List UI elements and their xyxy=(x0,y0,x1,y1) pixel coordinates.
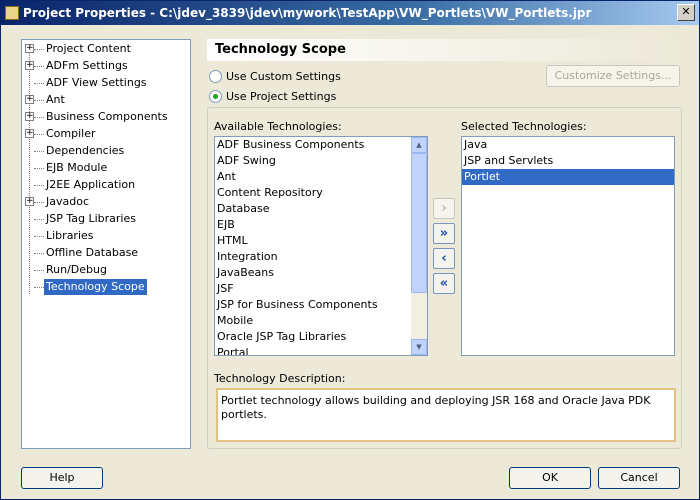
tree-connector xyxy=(34,134,44,135)
list-item[interactable]: ADF Business Components xyxy=(215,137,411,153)
list-item[interactable]: HTML xyxy=(215,233,411,249)
add-technology-button[interactable]: › xyxy=(433,198,455,219)
tree-connector xyxy=(34,253,44,254)
help-button[interactable]: Help xyxy=(21,467,103,489)
tree-item-label: Technology Scope xyxy=(44,279,147,295)
tree-connector xyxy=(34,49,44,50)
close-icon[interactable]: ✕ xyxy=(677,4,695,21)
tree-item-label: JSP Tag Libraries xyxy=(46,212,136,225)
tree-item-label: ADF View Settings xyxy=(46,76,147,89)
project-properties-dialog: Project Properties - C:\jdev_3839\jdev\m… xyxy=(0,0,700,500)
project-icon xyxy=(5,6,19,20)
available-technologies-list[interactable]: Portal Oracle JSP Tag Libraries Mobile JSP … xyxy=(214,136,428,356)
tree-connector xyxy=(34,151,44,152)
selected-technologies-list[interactable]: Java JSP and Servlets Portlet xyxy=(461,136,675,356)
radio-circle[interactable] xyxy=(209,70,222,83)
expand-icon[interactable]: + xyxy=(25,197,34,206)
add-all-technologies-button[interactable]: » xyxy=(433,223,455,244)
tree-item-label: EJB Module xyxy=(46,161,108,174)
tree-connector xyxy=(34,185,44,186)
expand-icon[interactable]: + xyxy=(25,44,34,53)
tree-connector xyxy=(34,83,44,84)
tree-item-label: Compiler xyxy=(46,127,96,140)
list-item[interactable]: EJB xyxy=(215,217,411,233)
list-item[interactable]: Integration xyxy=(215,249,411,265)
panel-title: Technology Scope xyxy=(207,39,682,61)
tree-connector xyxy=(34,270,44,271)
technologies-group: Available Technologies: Portal Oracle JSP… xyxy=(207,107,682,449)
remove-all-technologies-button[interactable]: « xyxy=(433,273,455,294)
remove-technology-button[interactable]: ‹ xyxy=(433,248,455,269)
list-item[interactable]: JSP for Business Components xyxy=(215,297,411,313)
list-item[interactable]: Mobile xyxy=(215,313,411,329)
tree-item-label: Javadoc xyxy=(46,195,89,208)
tree-connector xyxy=(34,168,44,169)
radio-circle[interactable] xyxy=(209,90,222,103)
technology-description-label: Technology Description: xyxy=(214,372,346,385)
list-item[interactable]: Portal xyxy=(215,345,411,355)
cancel-button[interactable]: Cancel xyxy=(598,467,680,489)
list-item[interactable]: Oracle JSP Tag Libraries xyxy=(215,329,411,345)
technology-description-box: Portlet technology allows building and d… xyxy=(216,388,676,442)
tree-item-label: Run/Debug xyxy=(46,263,107,276)
tree-item-label: Offline Database xyxy=(46,246,139,259)
list-item[interactable]: Portlet xyxy=(462,169,674,185)
tree-connector xyxy=(34,66,44,67)
available-list-scrollbar[interactable]: ▲ ▼ xyxy=(411,137,427,355)
radio-label: Use Project Settings xyxy=(226,90,337,103)
tree-item-label: ADFm Settings xyxy=(46,59,128,72)
tree-item-label: J2EE Application xyxy=(46,178,136,191)
title-bar[interactable]: Project Properties - C:\jdev_3839\jdev\m… xyxy=(1,1,699,25)
tree-connector xyxy=(34,236,44,237)
list-item[interactable]: Java xyxy=(462,137,674,153)
window-title: Project Properties - C:\jdev_3839\jdev\m… xyxy=(23,6,592,20)
ok-button[interactable]: OK xyxy=(509,467,591,489)
tree-item-label: Dependencies xyxy=(46,144,125,157)
tree-connector-line xyxy=(29,48,30,294)
customize-settings-button[interactable]: Customize Settings... xyxy=(546,65,680,87)
tree-connector xyxy=(34,117,44,118)
available-technologies-label: Available Technologies: xyxy=(214,120,342,133)
expand-icon[interactable]: + xyxy=(25,112,34,121)
scroll-up-icon[interactable]: ▲ xyxy=(411,137,427,153)
list-item[interactable]: Content Repository xyxy=(215,185,411,201)
tree-connector xyxy=(34,219,44,220)
tree-connector xyxy=(34,100,44,101)
tree-connector xyxy=(34,202,44,203)
list-item[interactable]: JSP and Servlets xyxy=(462,153,674,169)
selected-technologies-label: Selected Technologies: xyxy=(461,120,587,133)
expand-icon[interactable]: + xyxy=(25,95,34,104)
tree-item-label: Libraries xyxy=(46,229,94,242)
tree-item-label: Business Components xyxy=(46,110,168,123)
expand-icon[interactable]: + xyxy=(25,61,34,70)
scroll-thumb[interactable] xyxy=(411,153,427,293)
radio-label: Use Custom Settings xyxy=(226,70,341,83)
list-item[interactable]: JavaBeans xyxy=(215,265,411,281)
settings-tree[interactable]: + Project Content + ADFm Settings ADF View S… xyxy=(21,39,191,449)
tree-connector xyxy=(34,287,44,288)
list-item[interactable]: Ant xyxy=(215,169,411,185)
use-project-settings-radio[interactable]: Use Project Settings xyxy=(209,89,336,105)
scroll-down-icon[interactable]: ▼ xyxy=(411,339,427,355)
tree-item-label: Ant xyxy=(46,93,65,106)
expand-icon[interactable]: + xyxy=(25,129,34,138)
list-item[interactable]: ADF Swing xyxy=(215,153,411,169)
use-custom-settings-radio[interactable]: Use Custom Settings xyxy=(209,69,341,85)
tree-item-label: Project Content xyxy=(46,42,131,55)
technology-scope-panel: Technology Scope Use Custom Settings Use… xyxy=(207,39,682,449)
list-item[interactable]: Database xyxy=(215,201,411,217)
list-item[interactable]: JSF xyxy=(215,281,411,297)
